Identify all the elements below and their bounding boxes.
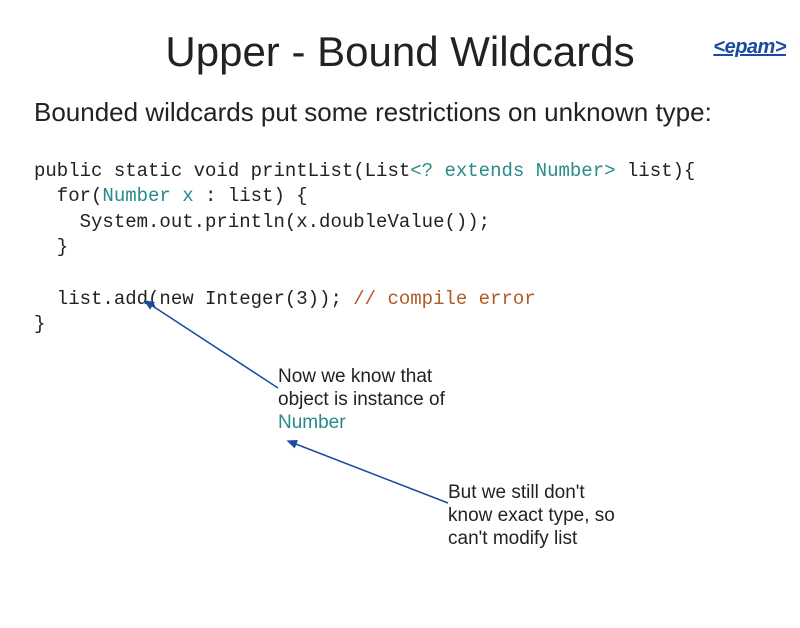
anno-text: object is instance of [278,389,445,410]
arrow-icon [288,441,448,503]
code-text: list.add(new Integer(3)); [34,288,353,310]
annotation-exact-type: But we still don't know exact type, so c… [448,482,668,550]
code-generic: <? extends Number> [410,160,615,182]
slide-title: Upper - Bound Wildcards [0,28,800,76]
anno-text-highlight: Number [278,412,346,433]
code-comment: // compile error [353,288,535,310]
anno-text: But we still don't [448,482,585,503]
anno-text: can't modify list [448,528,577,549]
code-text: list){ [616,160,696,182]
code-block: public static void printList(List<? exte… [34,159,800,338]
code-text: } [34,236,68,258]
anno-text: Now we know that [278,366,432,387]
code-text: } [34,313,45,335]
code-text: public static void printList(List [34,160,410,182]
anno-text: know exact type, so [448,505,615,526]
epam-logo: <epam> [713,36,786,59]
code-text: : list) { [194,185,308,207]
slide-subtitle: Bounded wildcards put some restrictions … [34,96,766,129]
code-var: Number x [102,185,193,207]
code-text: for( [34,185,102,207]
annotation-instance: Now we know that object is instance of N… [278,366,498,434]
code-text: System.out.println(x.doubleValue()); [34,211,490,233]
